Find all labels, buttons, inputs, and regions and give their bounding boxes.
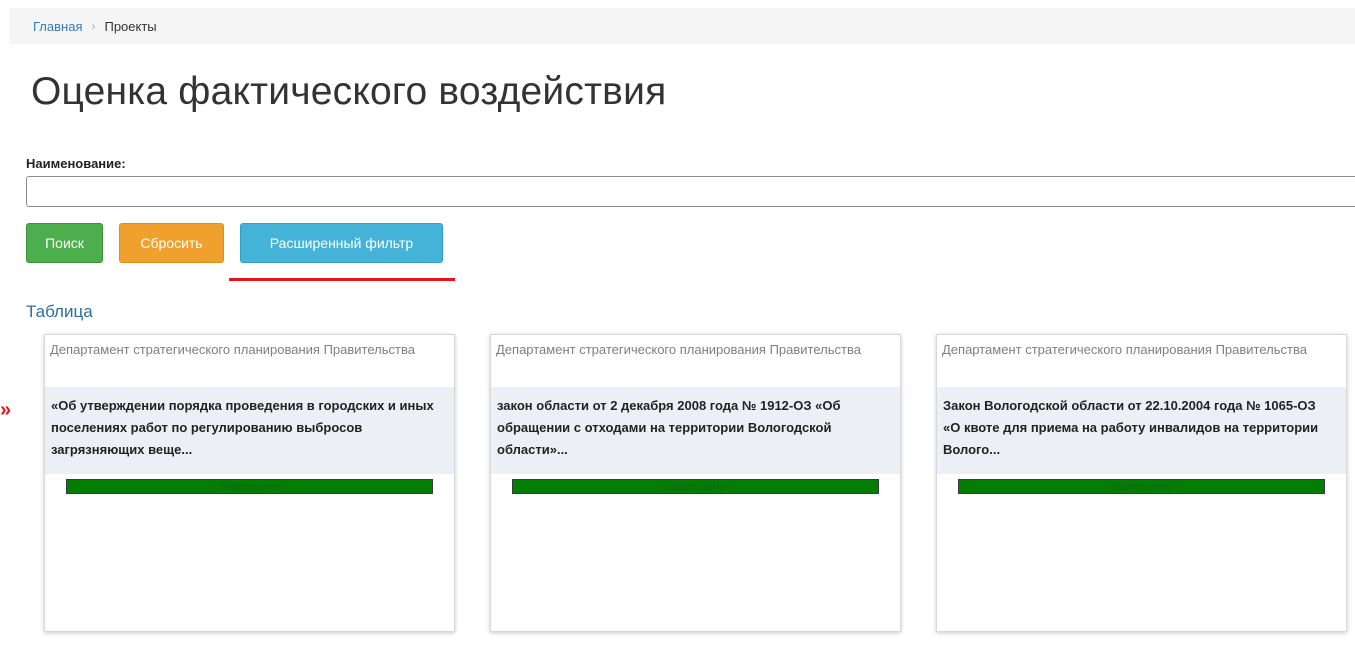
card-status-bar: завершено bbox=[958, 479, 1325, 494]
breadcrumb-home-link[interactable]: Главная bbox=[33, 19, 82, 34]
project-card[interactable]: Департамент стратегического планирования… bbox=[936, 334, 1347, 632]
name-search-input[interactable] bbox=[26, 176, 1355, 207]
card-status-bar: завершено bbox=[512, 479, 879, 494]
breadcrumb: Главная › Проекты bbox=[10, 8, 1355, 44]
card-department: Департамент стратегического планирования… bbox=[496, 342, 861, 357]
card-department: Департамент стратегического планирования… bbox=[942, 342, 1307, 357]
breadcrumb-current: Проекты bbox=[104, 18, 157, 34]
page-title: Оценка фактического воздействия bbox=[31, 70, 667, 113]
project-card[interactable]: Департамент стратегического планирования… bbox=[44, 334, 455, 632]
advanced-filter-button[interactable]: Расширенный фильтр bbox=[240, 223, 443, 263]
card-department: Департамент стратегического планирования… bbox=[50, 342, 415, 357]
card-description[interactable]: Закон Вологодской области от 22.10.2004 … bbox=[937, 387, 1346, 474]
reset-button[interactable]: Сбросить bbox=[119, 223, 224, 263]
card-status-bar: завершено bbox=[66, 479, 433, 494]
highlight-underline bbox=[229, 278, 455, 281]
project-card[interactable]: Департамент стратегического планирования… bbox=[490, 334, 901, 632]
card-description[interactable]: «Об утверждении порядка проведения в гор… bbox=[45, 387, 454, 474]
table-section-title: Таблица bbox=[26, 302, 93, 321]
side-marker: » bbox=[0, 399, 12, 421]
card-description[interactable]: закон области от 2 декабря 2008 года № 1… bbox=[491, 387, 900, 474]
name-field-label: Наименование: bbox=[26, 156, 126, 171]
breadcrumb-separator: › bbox=[91, 19, 96, 33]
search-button[interactable]: Поиск bbox=[26, 223, 103, 263]
